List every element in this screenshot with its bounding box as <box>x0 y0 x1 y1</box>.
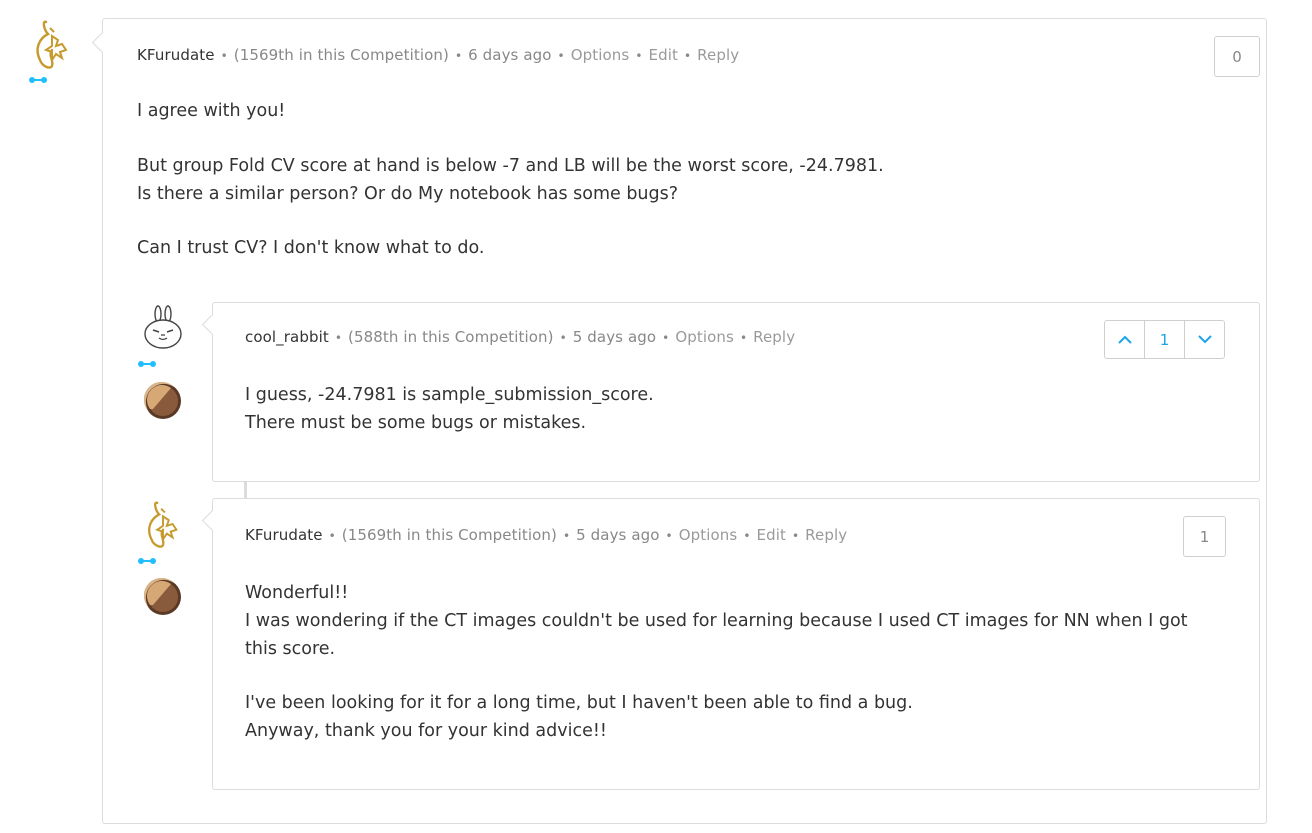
tier-icon <box>138 361 156 367</box>
vote-count: 0 <box>1232 47 1242 66</box>
reply-author-avatar[interactable] <box>140 304 186 352</box>
comment-paragraph: Can I trust CV? I don't know what to do. <box>137 238 485 258</box>
comment-meta: KFurudate • (1569th in this Competition) • 6… <box>137 46 740 64</box>
bronze-medal-icon <box>144 578 181 615</box>
author-name[interactable]: KFurudate <box>137 46 215 64</box>
vote-count: 1 <box>1144 321 1184 358</box>
comment-time: 5 days ago <box>572 328 657 346</box>
comment-paragraph: I guess, -24.7981 is sample_submission_s… <box>245 385 654 433</box>
reply-meta: cool_rabbit • (588th in this Competition) •… <box>245 328 796 346</box>
author-name[interactable]: cool_rabbit <box>245 328 329 346</box>
comment-paragraph: But group Fold CV score at hand is below… <box>137 156 884 204</box>
reply-meta: KFurudate • (1569th in this Competition) • 5… <box>245 526 848 544</box>
reply-body: I guess, -24.7981 is sample_submission_s… <box>245 381 1205 437</box>
golden-fox-avatar-icon <box>148 501 178 548</box>
options-link[interactable]: Options <box>571 46 630 64</box>
options-link[interactable]: Options <box>675 328 734 346</box>
chevron-up-icon <box>1117 335 1132 344</box>
options-link[interactable]: Options <box>679 526 738 544</box>
author-rank: (1569th in this Competition) <box>341 526 557 544</box>
comment-time: 5 days ago <box>576 526 660 544</box>
reply-link[interactable]: Reply <box>753 328 795 346</box>
comment-paragraph: Wonderful!! I was wondering if the CT im… <box>245 583 1188 659</box>
vote-count: 1 <box>1199 527 1210 546</box>
reply-link[interactable]: Reply <box>805 526 847 544</box>
card-pointer <box>91 31 114 54</box>
downvote-button[interactable] <box>1184 321 1224 358</box>
thread-line <box>244 480 247 500</box>
comment-paragraph: I agree with you! <box>137 101 286 121</box>
edit-link[interactable]: Edit <box>757 526 786 544</box>
golden-fox-avatar-icon <box>36 20 68 69</box>
vote-count-button[interactable]: 0 <box>1214 36 1260 77</box>
author-name[interactable]: KFurudate <box>245 526 323 544</box>
comment-body: I agree with you! But group Fold CV scor… <box>137 97 1217 262</box>
reply-link[interactable]: Reply <box>697 46 739 64</box>
comment-time: 6 days ago <box>468 46 552 64</box>
rabbit-avatar-icon <box>144 305 182 349</box>
reply-body: Wonderful!! I was wondering if the CT im… <box>245 579 1205 745</box>
author-avatar[interactable] <box>28 16 76 72</box>
author-rank: (588th in this Competition) <box>348 328 554 346</box>
tier-icon <box>29 77 47 83</box>
author-rank: (1569th in this Competition) <box>233 46 449 64</box>
vote-widget: 1 <box>1104 320 1225 359</box>
comment-paragraph: I've been looking for it for a long time… <box>245 693 913 741</box>
chevron-down-icon <box>1197 335 1212 344</box>
edit-link[interactable]: Edit <box>649 46 678 64</box>
bronze-medal-icon <box>144 382 181 419</box>
reply-author-avatar[interactable] <box>140 496 186 552</box>
vote-count-button[interactable]: 1 <box>1183 516 1226 557</box>
tier-icon <box>138 558 156 564</box>
upvote-button[interactable] <box>1105 321 1144 358</box>
